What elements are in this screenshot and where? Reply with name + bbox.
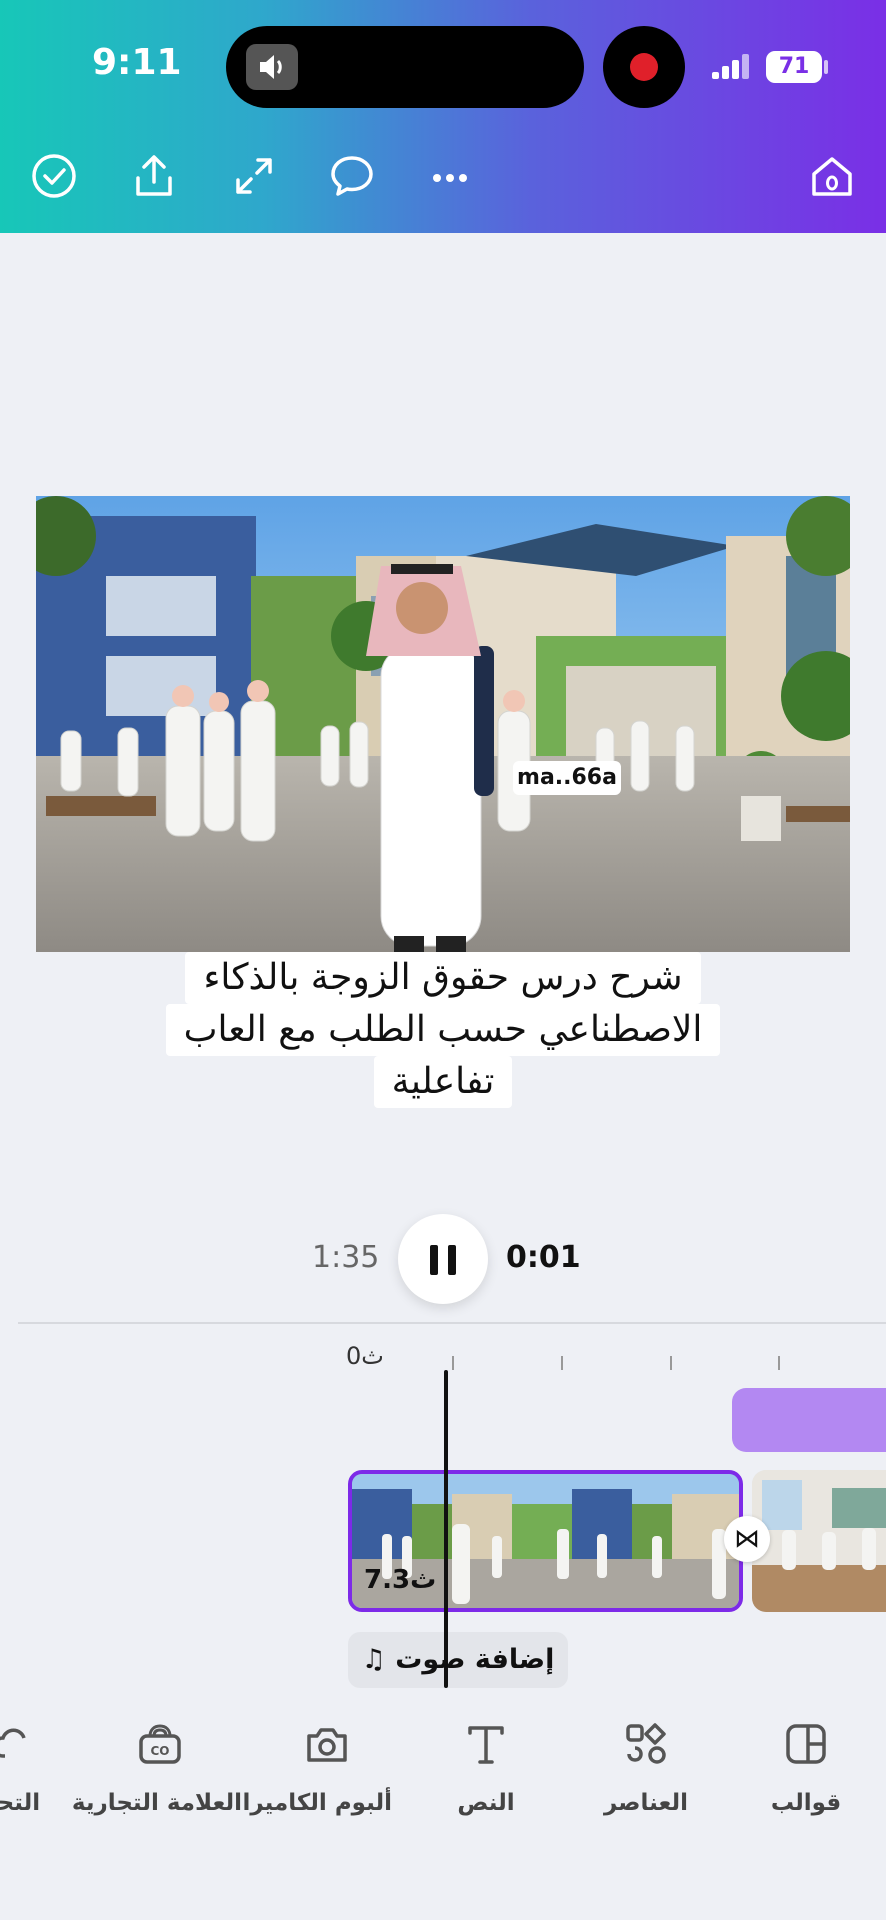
tool-elements[interactable]: العناصر bbox=[596, 1720, 696, 1816]
comment-icon[interactable] bbox=[328, 152, 376, 200]
svg-text:CO: CO bbox=[150, 1744, 169, 1758]
battery-level: 71 bbox=[766, 51, 822, 83]
divider bbox=[18, 1322, 886, 1324]
pause-button[interactable] bbox=[398, 1214, 488, 1304]
elements-icon bbox=[596, 1720, 696, 1768]
expand-icon[interactable] bbox=[230, 152, 278, 200]
ruler-tick bbox=[778, 1356, 780, 1370]
caption-line-3: تفاعلية bbox=[373, 1056, 513, 1108]
tool-camera-roll[interactable]: ألبوم الكاميرا bbox=[242, 1720, 392, 1816]
caption-line-1: شرح درس حقوق الزوجة بالذكاء bbox=[185, 952, 701, 1004]
caption-line-2: الاصطناعي حسب الطلب مع العاب bbox=[165, 1004, 721, 1056]
current-time: 0:01 bbox=[506, 1240, 581, 1275]
audio-track[interactable] bbox=[732, 1388, 886, 1452]
video-clip-next[interactable] bbox=[752, 1470, 886, 1612]
share-icon[interactable] bbox=[130, 152, 178, 200]
caption-text-box[interactable]: شرح درس حقوق الزوجة بالذكاء الاصطناعي حس… bbox=[150, 952, 736, 1108]
tool-uploads[interactable]: التحـ bbox=[0, 1720, 50, 1816]
add-audio-button[interactable]: إضافة صوت ♫ bbox=[348, 1632, 568, 1688]
timeline-ruler-start: 0ث bbox=[346, 1342, 384, 1370]
total-duration: 1:35 bbox=[312, 1240, 380, 1275]
battery-icon bbox=[824, 60, 828, 74]
upload-icon bbox=[0, 1720, 50, 1768]
more-icon[interactable] bbox=[426, 152, 474, 200]
music-note-icon: ♫ bbox=[361, 1644, 386, 1675]
playhead[interactable] bbox=[444, 1370, 448, 1688]
brand-icon: CO bbox=[78, 1720, 242, 1768]
check-icon[interactable] bbox=[30, 152, 78, 200]
clip-duration: 7.3ث bbox=[364, 1565, 437, 1595]
tool-text[interactable]: النص bbox=[448, 1720, 524, 1816]
home-icon[interactable] bbox=[808, 152, 856, 200]
ruler-tick bbox=[561, 1356, 563, 1370]
add-audio-label: إضافة صوت bbox=[395, 1644, 555, 1675]
status-time: 9:11 bbox=[92, 42, 182, 83]
video-frame[interactable] bbox=[36, 496, 850, 952]
transition-icon[interactable]: ⋈ bbox=[724, 1516, 770, 1562]
element-tag[interactable]: ma..66a bbox=[513, 761, 621, 795]
signal-icon bbox=[712, 52, 756, 86]
volume-icon bbox=[246, 44, 298, 90]
text-icon bbox=[448, 1720, 524, 1768]
ruler-tick bbox=[452, 1356, 454, 1370]
dynamic-island bbox=[226, 26, 584, 108]
tool-brand[interactable]: CO العلامة التجارية bbox=[72, 1720, 242, 1816]
recording-indicator bbox=[603, 26, 685, 108]
top-header: 9:11 71 bbox=[0, 0, 886, 233]
camera-icon bbox=[262, 1720, 392, 1768]
templates-icon bbox=[764, 1720, 848, 1768]
ruler-tick bbox=[670, 1356, 672, 1370]
tool-templates[interactable]: قوالب bbox=[764, 1720, 848, 1816]
pause-icon bbox=[430, 1245, 438, 1275]
